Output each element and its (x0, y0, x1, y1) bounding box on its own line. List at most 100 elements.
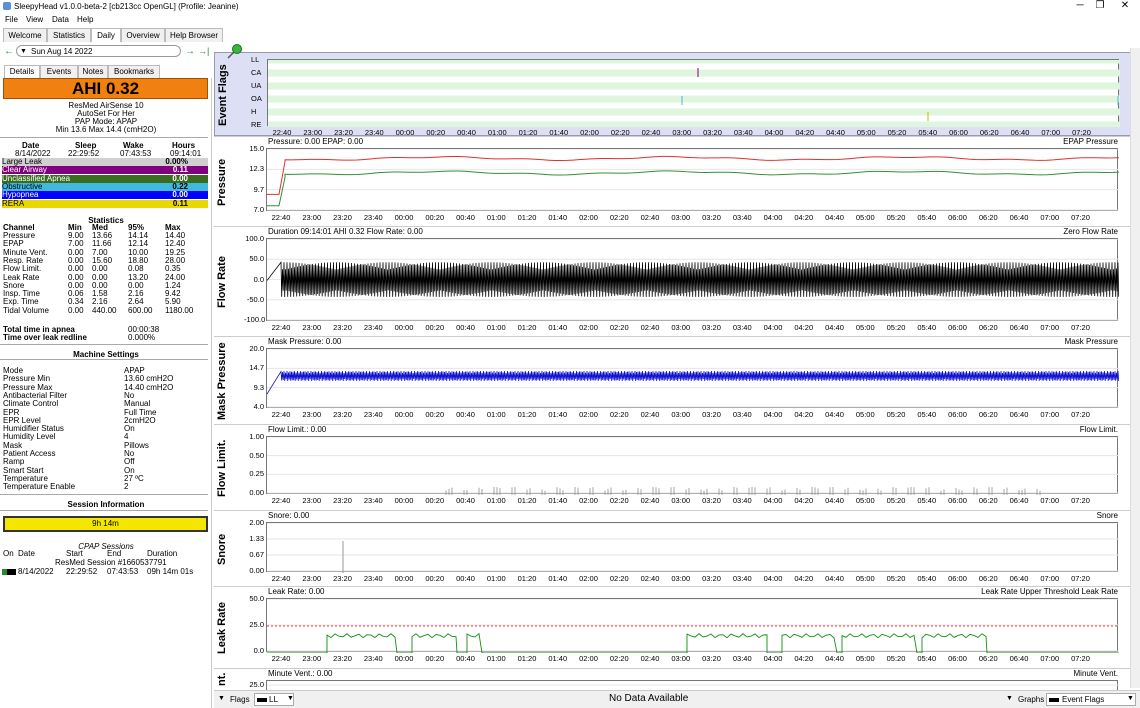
x-tick-label: 22:40 (271, 496, 291, 505)
x-tick-label: 04:00 (763, 496, 783, 505)
x-tick-label: 04:00 (763, 213, 783, 222)
x-tick-label: 03:00 (671, 496, 691, 505)
x-tick-label: 03:20 (702, 213, 721, 222)
x-tick-label: 02:40 (640, 410, 660, 419)
y-tick-label: 0.25 (249, 469, 264, 479)
menu-file[interactable]: File (5, 15, 18, 24)
graph-panel-flow[interactable]: Flow Rate Duration 09:14:01 AHI 0.32 Flow… (214, 226, 1140, 336)
x-tick-label: 00:40 (456, 410, 475, 419)
x-tick-label: 04:40 (825, 410, 844, 419)
session-duration-bar[interactable]: 9h 14m (3, 516, 208, 532)
x-tick-label: 23:40 (363, 213, 383, 222)
tab-help-browser[interactable]: Help Browser (165, 28, 223, 42)
graph-ylabel: Pressure (216, 158, 228, 206)
x-tick-label: 03:40 (732, 654, 752, 663)
tab-events[interactable]: Events (40, 65, 78, 78)
session-date[interactable]: 8/14/2022 (18, 568, 54, 576)
graph-color-swatch (1049, 698, 1059, 702)
graph-plot[interactable] (266, 522, 1119, 573)
flags-dropdown-icon[interactable]: ▼ (218, 695, 225, 702)
window-title: SleepyHead v1.0.0-beta-2 [cb213cc OpenGL… (14, 2, 239, 11)
x-tick-label: 06:00 (948, 654, 967, 663)
x-tick-label: 05:00 (855, 213, 875, 222)
x-tick-label: 01:40 (548, 323, 568, 332)
x-tick-label: 07:20 (1071, 574, 1090, 583)
maximize-button[interactable]: ❐ (1090, 0, 1110, 11)
x-tick-label: 23:00 (302, 496, 322, 505)
stat-cell: 440.00 (92, 305, 117, 315)
next-day-arrow-icon[interactable]: → (185, 46, 195, 57)
x-tick-label: 06:20 (978, 574, 998, 583)
x-tick-label: 06:00 (948, 574, 967, 583)
graph-panel-leak[interactable]: Leak Rate Leak Rate: 0.00 Leak Rate Upper … (214, 586, 1140, 668)
x-tick-label: 01:20 (517, 410, 537, 419)
x-axis: 22:40 23:00 23:20 23:40 00:00 00:20 00:40 01:00… (266, 496, 1118, 506)
summary-sleep: 22:29:52 (68, 149, 100, 158)
pin-icon[interactable] (226, 44, 242, 60)
y-tick-label: 9.7 (253, 184, 264, 194)
graph-plot[interactable] (266, 148, 1120, 211)
x-tick-label: 02:40 (640, 323, 660, 332)
tab-details[interactable]: Details (4, 65, 40, 78)
close-button[interactable]: ✕ (1115, 0, 1135, 11)
x-tick-label: 01:20 (517, 574, 537, 583)
date-picker[interactable]: ▼ Sun Aug 14 2022 (16, 45, 181, 57)
graph-title: Pressure: 0.00 EPAP: 0.00 (268, 137, 364, 146)
x-tick-label: 00:40 (456, 496, 475, 505)
x-tick-label: 07:00 (1040, 496, 1060, 505)
statistics-table: Channel Min Med 95% Max Pressure 9.00 13.66 14.1… (0, 224, 212, 324)
x-tick-label: 23:40 (363, 323, 383, 332)
tab-daily[interactable]: Daily (91, 28, 121, 42)
x-tick-label: 23:40 (363, 410, 383, 419)
graph-panel-flowlimit[interactable]: Flow Limit. Flow Limit.: 0.00 Flow Limit. 1… (214, 424, 1140, 510)
x-tick-label: 03:00 (671, 574, 691, 583)
machine-settings-title: Machine Settings (73, 350, 139, 359)
tab-overview[interactable]: Overview (121, 28, 165, 42)
x-tick-label: 00:20 (425, 323, 445, 332)
graph-plot[interactable] (266, 598, 1119, 654)
menu-help[interactable]: Help (77, 15, 93, 24)
menu-view[interactable]: View (26, 15, 43, 24)
x-tick-label: 07:20 (1071, 323, 1090, 332)
graph-panel-mask[interactable]: Mask Pressure Mask Pressure: 0.00 Mask Pre… (214, 336, 1140, 424)
x-tick-label: 03:40 (732, 410, 752, 419)
graph-ylabel: Flow Rate (216, 256, 228, 308)
tab-notes[interactable]: Notes (78, 65, 108, 78)
x-tick-label: 05:00 (855, 410, 875, 419)
graph-panel-snore[interactable]: Snore Snore: 0.00 Snore 2.00 1.33 0.67 0.00 22:… (214, 510, 1140, 586)
x-tick-label: 07:00 (1040, 574, 1060, 583)
prev-day-arrow-icon[interactable]: ← (4, 46, 14, 57)
flags-select[interactable]: LL ▼ (254, 693, 294, 706)
graph-plot[interactable] (266, 348, 1120, 408)
y-tick-label: 0.0 (253, 274, 264, 284)
x-tick-label: 23:40 (363, 574, 383, 583)
stat-cell: 0.00 (68, 264, 84, 274)
graph-svg (268, 56, 1120, 129)
x-tick-label: 01:20 (517, 654, 537, 663)
graph-scrollbar[interactable] (1130, 48, 1140, 688)
x-tick-label: 06:00 (948, 496, 967, 505)
menu-data[interactable]: Data (52, 15, 69, 24)
x-tick-label: 04:00 (763, 574, 783, 583)
x-tick-label: 00:00 (394, 496, 414, 505)
tab-bookmarks[interactable]: Bookmarks (108, 65, 160, 78)
tab-welcome[interactable]: Welcome (3, 28, 47, 42)
graph-panel-flags[interactable]: Event Flags LL CA UA OA H RE 22:40 23:00 23:20 23:… (214, 52, 1140, 137)
sessions-header-start: Start (66, 549, 83, 558)
session-toggle[interactable] (2, 569, 16, 575)
graph-panel-pressure[interactable]: Pressure Pressure: 0.00 EPAP: 0.00 EPAP Pr… (214, 136, 1140, 226)
x-tick-label: 00:00 (394, 654, 414, 663)
last-day-arrow-icon[interactable]: →| (198, 46, 209, 56)
graphs-select[interactable]: Event Flags ▼ (1046, 693, 1136, 706)
tab-statistics[interactable]: Statistics (47, 28, 91, 42)
graph-plot[interactable] (266, 436, 1119, 495)
x-axis: 22:40 23:00 23:20 23:40 00:00 00:20 00:40 01:00… (266, 410, 1118, 420)
graph-plot[interactable] (266, 238, 1120, 321)
series-line (267, 170, 1120, 207)
graph-plot[interactable] (267, 56, 1120, 129)
x-tick-label: 04:20 (794, 574, 814, 583)
graphs-dropdown-icon[interactable]: ▼ (1006, 695, 1013, 702)
flags-value: LL (269, 695, 278, 704)
graph-panel-minvent[interactable]: nt. Minute Vent.: 0.00 Minute Vent. 25.0 (214, 668, 1140, 700)
minimize-button[interactable]: ─ (1070, 0, 1090, 11)
